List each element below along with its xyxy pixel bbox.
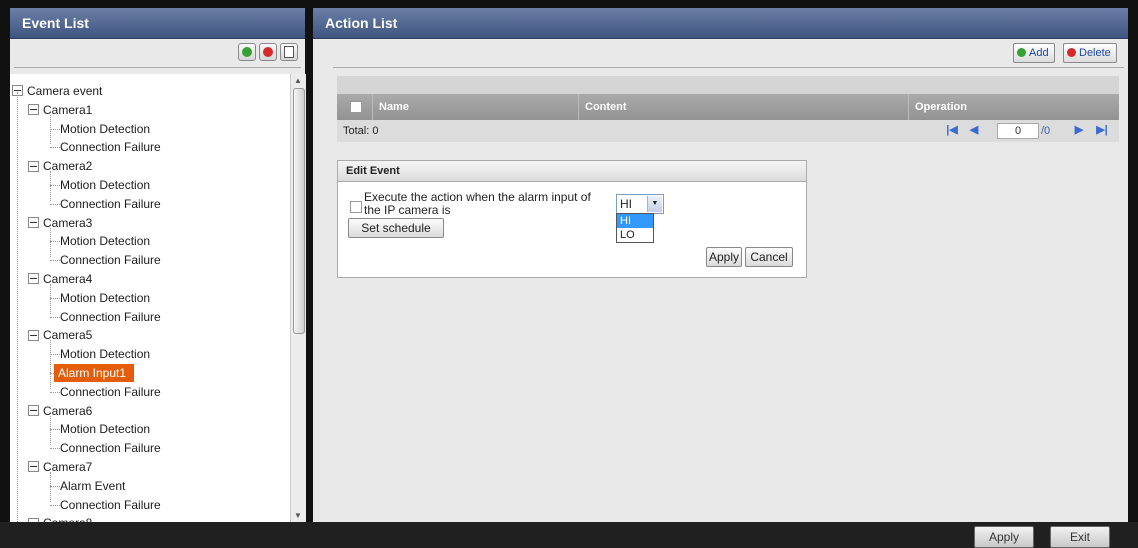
footer-bar: Apply Exit [0, 522, 1138, 548]
tree-node-label: Alarm Event [60, 478, 126, 493]
tree-camera-node[interactable]: Camera1 [28, 101, 92, 119]
tree-node-label: Camera event [27, 84, 103, 98]
tree-node-label: Connection Failure [60, 140, 161, 155]
action-list-panel: Action List Add Delete Name Content Oper… [313, 8, 1128, 522]
tree-event-item[interactable]: Connection Failure [60, 195, 161, 213]
first-page-icon[interactable]: |◀ [945, 123, 959, 137]
tree-node-label: Motion Detection [60, 178, 151, 192]
event-list-toolbar [14, 39, 301, 68]
collapse-icon[interactable] [28, 461, 39, 473]
scroll-thumb[interactable] [293, 88, 305, 334]
alarm-checkbox[interactable] [350, 201, 362, 213]
footer-apply-button[interactable]: Apply [974, 526, 1034, 548]
collapse-icon[interactable] [28, 329, 39, 341]
last-page-icon[interactable]: ▶| [1095, 123, 1109, 137]
edit-icon[interactable] [280, 43, 298, 61]
tree-camera-node[interactable]: Camera8 [28, 514, 92, 522]
select-all-checkbox[interactable] [350, 101, 362, 114]
tree-node-label: Motion Detection [60, 234, 151, 249]
add-button[interactable]: Add [1013, 43, 1055, 63]
tree-node-label: Connection Failure [60, 497, 161, 512]
tree-node-label: Motion Detection [60, 347, 151, 362]
alarm-level-select[interactable]: HI ▼ [616, 194, 664, 214]
tree-node-label: Motion Detection [60, 422, 151, 437]
tree-event-item[interactable]: Connection Failure [60, 383, 161, 401]
scroll-up-icon[interactable]: ▲ [294, 76, 302, 85]
delete-icon[interactable] [259, 43, 277, 61]
tree-node-label: Connection Failure [60, 309, 161, 324]
action-list-toolbar: Add Delete [333, 39, 1124, 68]
tree-event-item[interactable]: Connection Failure [60, 308, 161, 326]
action-list-title: Action List [313, 8, 1128, 39]
select-value: HI [620, 197, 632, 211]
collapse-icon[interactable] [28, 404, 39, 416]
table-footer: Total: 0 |◀ ◀ 0 /0 ▶ ▶| [337, 120, 1119, 142]
tree-event-item[interactable]: Motion Detection [60, 232, 150, 250]
tree-item-selected[interactable]: Alarm Input1 [54, 364, 135, 382]
alarm-level-dropdown: HI LO [616, 213, 654, 243]
scroll-down-icon[interactable]: ▼ [294, 511, 302, 520]
tree-node-label: Connection Failure [60, 196, 161, 211]
option-hi[interactable]: HI [617, 214, 653, 228]
total-value: 0 [372, 125, 379, 137]
checkbox-label: Execute the action when the alarm input … [364, 190, 591, 217]
tree-node-label: Motion Detection [60, 290, 151, 305]
tree-camera-node[interactable]: Camera5 [28, 326, 92, 344]
tree-event-item[interactable]: Connection Failure [60, 251, 161, 269]
tree-event-item[interactable]: Alarm Event [60, 477, 125, 495]
tree-camera-node[interactable]: Camera2 [28, 157, 92, 175]
chevron-down-icon[interactable]: ▼ [647, 196, 662, 212]
tree-camera-node[interactable]: Camera4 [28, 270, 92, 288]
tree-camera-node[interactable]: Camera6 [28, 402, 92, 420]
collapse-icon[interactable] [28, 160, 39, 172]
event-list-title: Event List [10, 8, 305, 39]
action-table: Name Content Operation Total: 0 |◀ ◀ 0 /… [337, 76, 1119, 142]
edit-event-title: Edit Event [338, 161, 806, 182]
edit-apply-button[interactable]: Apply [706, 247, 742, 267]
add-icon[interactable] [238, 43, 256, 61]
collapse-icon[interactable] [28, 273, 39, 285]
tree-event-item[interactable]: Motion Detection [60, 345, 150, 363]
tree-scrollbar[interactable]: ▲ ▼ [290, 74, 306, 522]
collapse-icon[interactable] [28, 216, 39, 228]
option-lo[interactable]: LO [617, 228, 653, 242]
tree-root[interactable]: Camera event [12, 82, 102, 100]
next-page-icon[interactable]: ▶ [1072, 123, 1086, 137]
column-name[interactable]: Name [373, 94, 579, 120]
tree-event-item[interactable]: Motion Detection [60, 289, 150, 307]
collapse-icon[interactable] [28, 104, 39, 116]
tree-node-label: Alarm Input1 [58, 366, 127, 380]
tree-event-item[interactable]: Motion Detection [60, 176, 150, 194]
tree-node-label: Connection Failure [60, 253, 161, 268]
add-label: Add [1029, 47, 1049, 59]
column-operation[interactable]: Operation [909, 94, 1119, 120]
exit-button[interactable]: Exit [1050, 526, 1110, 548]
tree-event-item[interactable]: Motion Detection [60, 120, 150, 138]
tree-event-item[interactable]: Connection Failure [60, 496, 161, 514]
tree-node-label: Connection Failure [60, 384, 161, 399]
total-label: Total: [343, 125, 370, 137]
delete-button[interactable]: Delete [1063, 43, 1117, 63]
table-header: Name Content Operation [337, 94, 1119, 120]
edit-cancel-button[interactable]: Cancel [745, 247, 793, 267]
tree-node-label: Connection Failure [60, 441, 161, 456]
delete-icon [1067, 47, 1076, 57]
prev-page-icon[interactable]: ◀ [967, 123, 981, 137]
event-tree: Camera event Camera1 Motion Detection Conne… [10, 74, 290, 522]
add-icon [1017, 47, 1026, 57]
tree-camera-node[interactable]: Camera7 [28, 458, 92, 476]
tree-event-item[interactable]: Connection Failure [60, 439, 161, 457]
page-total: /0 [1041, 125, 1051, 137]
delete-label: Delete [1079, 47, 1111, 59]
column-content[interactable]: Content [579, 94, 909, 120]
tree-node-label: Motion Detection [60, 121, 151, 136]
tree-event-item[interactable]: Motion Detection [60, 420, 150, 438]
page-input[interactable]: 0 [997, 123, 1039, 139]
edit-event-dialog: Edit Event Execute the action when the a… [337, 160, 807, 278]
set-schedule-button[interactable]: Set schedule [348, 218, 444, 238]
event-list-panel: Event List Camera event Camera1 Motion Det… [10, 8, 306, 522]
tree-event-item[interactable]: Connection Failure [60, 138, 161, 156]
tree-camera-node[interactable]: Camera3 [28, 214, 92, 232]
